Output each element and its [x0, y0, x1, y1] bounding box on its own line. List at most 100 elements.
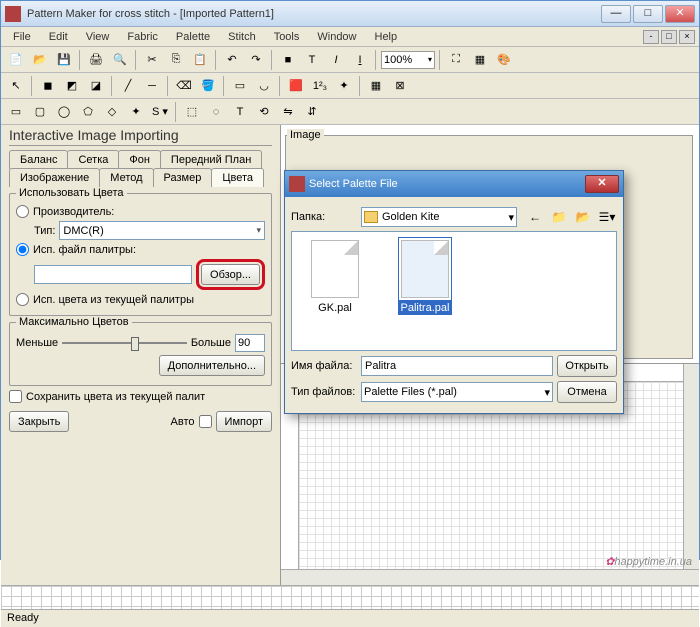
- menu-edit[interactable]: Edit: [41, 29, 76, 45]
- tab-grid[interactable]: Сетка: [67, 150, 119, 169]
- sparkle-icon[interactable]: ✦: [333, 75, 355, 97]
- menu-fabric[interactable]: Fabric: [119, 29, 166, 45]
- menu-tools[interactable]: Tools: [266, 29, 308, 45]
- close-button[interactable]: ✕: [665, 5, 695, 23]
- undo-icon[interactable]: ↶: [221, 49, 243, 71]
- shape-rect-icon[interactable]: ▭: [5, 101, 27, 123]
- tab-size[interactable]: Размер: [153, 168, 213, 187]
- tab-background[interactable]: Фон: [118, 150, 161, 169]
- maximize-button[interactable]: □: [633, 5, 663, 23]
- numbers-icon[interactable]: 1²₃: [309, 75, 331, 97]
- paste-icon[interactable]: 📋: [189, 49, 211, 71]
- tab-foreground[interactable]: Передний План: [160, 150, 262, 169]
- underline-icon[interactable]: I: [349, 49, 371, 71]
- open-button[interactable]: Открыть: [557, 355, 617, 377]
- radio-palette-file[interactable]: Исп. файл палитры:: [16, 243, 265, 256]
- shape-roundrect-icon[interactable]: ▢: [29, 101, 51, 123]
- cancel-button[interactable]: Отмена: [557, 381, 617, 403]
- tab-balance[interactable]: Баланс: [9, 150, 68, 169]
- filetype-combo[interactable]: Palette Files (*.pal): [361, 382, 553, 402]
- fit-icon[interactable]: ⛶: [445, 49, 467, 71]
- new-folder-icon[interactable]: 📂: [573, 207, 593, 227]
- radio-manufacturer[interactable]: Производитель:: [16, 205, 265, 218]
- menu-stitch[interactable]: Stitch: [220, 29, 264, 45]
- open-icon[interactable]: 📂: [29, 49, 51, 71]
- stitch-half-icon[interactable]: ◩: [61, 75, 83, 97]
- copy-icon[interactable]: ⎘: [165, 49, 187, 71]
- dialog-titlebar: Select Palette File ✕: [285, 171, 623, 197]
- sel-free-icon[interactable]: ◌: [205, 101, 227, 123]
- stitch-quarter-icon[interactable]: ◪: [85, 75, 107, 97]
- text-icon[interactable]: T: [229, 101, 251, 123]
- backstitch-icon[interactable]: ╱: [117, 75, 139, 97]
- zoom-combo[interactable]: 100%: [381, 51, 435, 69]
- new-icon[interactable]: 📄: [5, 49, 27, 71]
- pointer-icon[interactable]: ↖: [5, 75, 27, 97]
- scrollbar-vertical[interactable]: [683, 364, 699, 570]
- square-icon[interactable]: ■: [277, 49, 299, 71]
- dialog-close-button[interactable]: ✕: [585, 175, 619, 193]
- browse-button[interactable]: Обзор...: [201, 264, 260, 285]
- print-icon[interactable]: 🖨: [85, 49, 107, 71]
- up-icon[interactable]: 📁: [549, 207, 569, 227]
- flip-icon[interactable]: ⇵: [301, 101, 323, 123]
- max-colors-slider[interactable]: [62, 334, 187, 352]
- mdi-close[interactable]: ×: [679, 30, 695, 44]
- shape-s-icon[interactable]: S ▾: [149, 101, 171, 123]
- shape-star-icon[interactable]: ✦: [125, 101, 147, 123]
- italic-icon[interactable]: I: [325, 49, 347, 71]
- file-item-gk[interactable]: GK.pal: [300, 240, 370, 342]
- select-lasso-icon[interactable]: ◡: [253, 75, 275, 97]
- filename-input[interactable]: [361, 356, 553, 376]
- save-icon[interactable]: 💾: [53, 49, 75, 71]
- menu-help[interactable]: Help: [367, 29, 406, 45]
- view-menu-icon[interactable]: ☰▾: [597, 207, 617, 227]
- shape-ellipse-icon[interactable]: ◯: [53, 101, 75, 123]
- import-button[interactable]: Импорт: [216, 411, 272, 432]
- file-item-palitra[interactable]: Palitra.pal: [390, 240, 460, 342]
- tab-image[interactable]: Изображение: [9, 168, 100, 187]
- save-colors-check[interactable]: Сохранить цвета из текущей палит: [9, 390, 272, 403]
- auto-check[interactable]: [199, 415, 212, 428]
- color-icon[interactable]: 🎨: [493, 49, 515, 71]
- mdi-restore[interactable]: □: [661, 30, 677, 44]
- type-combo[interactable]: DMC(R): [59, 221, 265, 240]
- colors-icon[interactable]: 🟥: [285, 75, 307, 97]
- file-list[interactable]: GK.pal Palitra.pal: [291, 231, 617, 351]
- max-colors-value[interactable]: [235, 334, 265, 352]
- bold-icon[interactable]: T: [301, 49, 323, 71]
- cut-icon[interactable]: ✂: [141, 49, 163, 71]
- shape-poly-icon[interactable]: ⬠: [77, 101, 99, 123]
- preview-icon[interactable]: 🔍: [109, 49, 131, 71]
- grid-toggle-icon[interactable]: ▦: [469, 49, 491, 71]
- palette-bar[interactable]: [1, 585, 699, 609]
- eraser-icon[interactable]: ⌫: [173, 75, 195, 97]
- line-icon[interactable]: ─: [141, 75, 163, 97]
- tab-method[interactable]: Метод: [99, 168, 153, 187]
- close-panel-button[interactable]: Закрыть: [9, 411, 69, 432]
- minimize-button[interactable]: —: [601, 5, 631, 23]
- sel-rect-icon[interactable]: ⬚: [181, 101, 203, 123]
- redo-icon[interactable]: ↷: [245, 49, 267, 71]
- tab-colors[interactable]: Цвета: [211, 168, 264, 187]
- menu-view[interactable]: View: [78, 29, 118, 45]
- menu-window[interactable]: Window: [309, 29, 364, 45]
- mirror-icon[interactable]: ⇋: [277, 101, 299, 123]
- folder-combo[interactable]: Golden Kite: [361, 207, 517, 227]
- no-grid-icon[interactable]: ⊠: [389, 75, 411, 97]
- mdi-minimize[interactable]: -: [643, 30, 659, 44]
- back-icon[interactable]: ←: [525, 207, 545, 227]
- menu-file[interactable]: File: [5, 29, 39, 45]
- rotate-icon[interactable]: ⟲: [253, 101, 275, 123]
- scrollbar-horizontal[interactable]: [281, 569, 699, 585]
- grid-icon[interactable]: ▦: [365, 75, 387, 97]
- menu-palette[interactable]: Palette: [168, 29, 218, 45]
- palette-file-input[interactable]: [34, 265, 192, 284]
- fill-icon[interactable]: 🪣: [197, 75, 219, 97]
- dialog-title: Select Palette File: [309, 178, 585, 190]
- select-rect-icon[interactable]: ▭: [229, 75, 251, 97]
- shape-diamond-icon[interactable]: ◇: [101, 101, 123, 123]
- additional-button[interactable]: Дополнительно...: [159, 355, 265, 376]
- stitch-full-icon[interactable]: ◼: [37, 75, 59, 97]
- radio-current-palette[interactable]: Исп. цвета из текущей палитры: [16, 293, 265, 306]
